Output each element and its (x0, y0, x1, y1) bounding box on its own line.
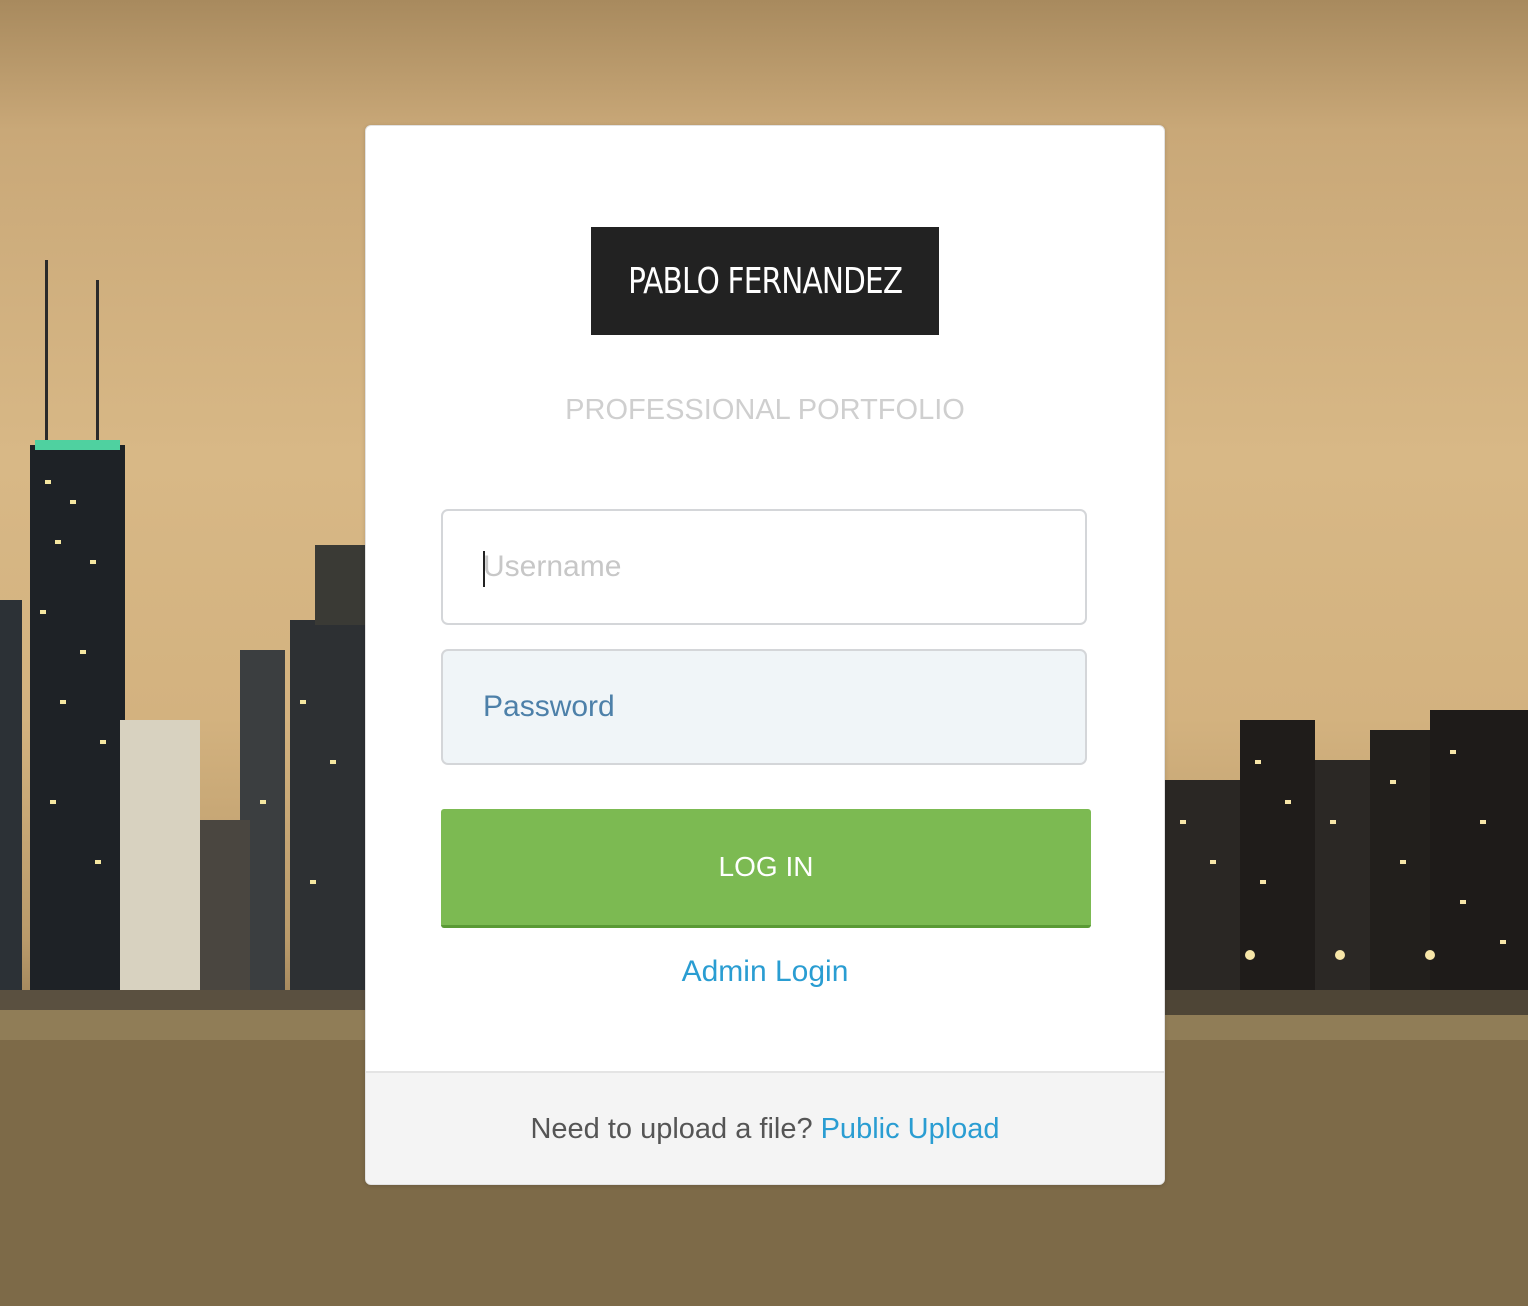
upload-prompt: Need to upload a file? (530, 1113, 813, 1145)
password-input[interactable] (441, 649, 1087, 765)
username-input[interactable] (441, 509, 1087, 625)
brand-name: PABLO FERNANDEZ (627, 260, 903, 302)
card-footer: Need to upload a file? Public Upload (366, 1071, 1164, 1184)
login-button[interactable]: LOG IN (441, 809, 1091, 928)
login-card: PABLO FERNANDEZ PROFESSIONAL PORTFOLIO L… (365, 125, 1165, 1185)
text-cursor (483, 551, 485, 587)
brand-logo: PABLO FERNANDEZ (591, 227, 939, 335)
public-upload-link[interactable]: Public Upload (821, 1113, 1000, 1146)
admin-login-link[interactable]: Admin Login (366, 955, 1164, 989)
brand-tagline: PROFESSIONAL PORTFOLIO (565, 394, 965, 426)
